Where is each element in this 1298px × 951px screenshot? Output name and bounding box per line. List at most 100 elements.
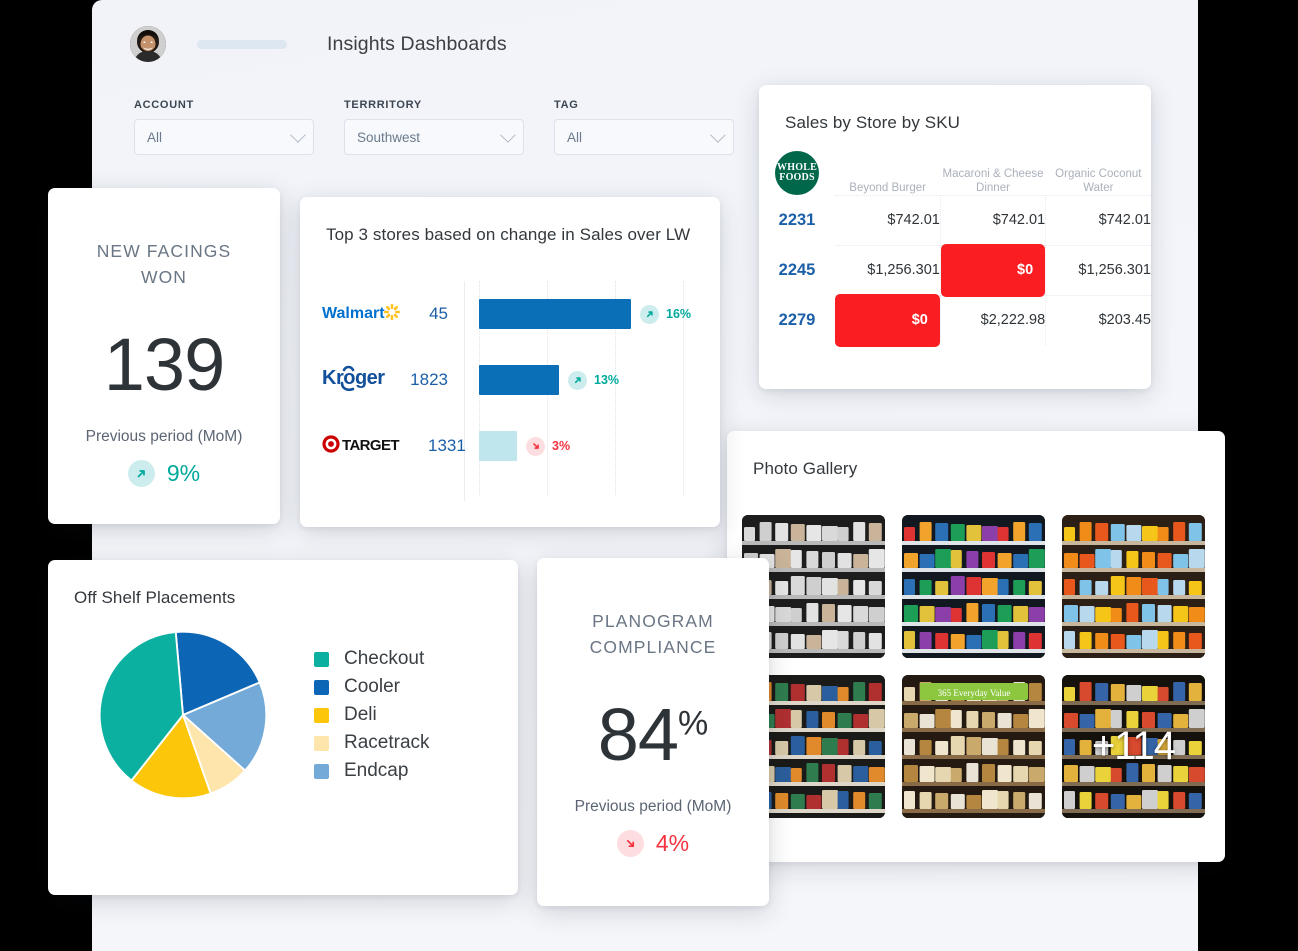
kpi-new-facings-won: NEW FACINGS WON 139 Previous period (MoM… xyxy=(48,188,280,524)
zero-sales-cell: $0 xyxy=(835,293,941,347)
bar xyxy=(479,299,631,329)
sales-value-cell: $742.01 xyxy=(835,194,941,245)
sales-table: WHOLE FOODS Beyond Burger Macaroni & Che… xyxy=(759,151,1151,347)
filter-label: ACCOUNT xyxy=(134,99,194,111)
filter-tag: TAG All xyxy=(554,99,734,155)
wf-line2: FOODS xyxy=(779,172,815,183)
photo-thumbnail-more[interactable]: +114 xyxy=(1062,675,1205,818)
kpi-delta: 9% xyxy=(48,460,280,487)
top3-body: Walmart 45 Kroger 1823 TARGET 1331 16% 13% 3% xyxy=(300,281,720,501)
arrow-down-right-icon xyxy=(616,830,644,857)
table-row: 2279 $0 $2,222.98 $203.45 xyxy=(759,293,1151,347)
photo-grid: 365 Everyday Value +114 xyxy=(742,515,1225,818)
store-number: 45 xyxy=(429,304,448,323)
top3-retailer-row[interactable]: Kroger 1823 xyxy=(322,347,464,413)
legend-item[interactable]: Racetrack xyxy=(314,729,430,757)
top-3-stores-card: Top 3 stores based on change in Sales ov… xyxy=(300,197,720,527)
legend-swatch xyxy=(314,679,329,695)
chevron-down-icon xyxy=(290,127,306,143)
svg-text:TARGET: TARGET xyxy=(342,437,399,453)
legend-swatch xyxy=(314,651,329,667)
top3-retailer-row[interactable]: TARGET 1331 xyxy=(322,413,466,479)
filter-bar: ACCOUNT All TERRRITORY Southwest TAG All xyxy=(134,99,734,155)
kpi-title: NEW FACINGS WON xyxy=(96,241,232,287)
off-shelf-placements-card: Off Shelf Placements Checkout Cooler Deli R… xyxy=(48,560,518,895)
legend-item[interactable]: Deli xyxy=(314,701,430,729)
photo-gallery-card: Photo Gallery 365 Everyday Value +114 xyxy=(727,431,1225,862)
territory-select-value: Southwest xyxy=(357,129,421,145)
retailer-logo-cell: WHOLE FOODS xyxy=(759,151,835,195)
kpi-title: PLANOGRAM COMPLIANCE xyxy=(589,611,717,657)
name-placeholder-bar xyxy=(197,39,287,49)
svg-text:365 Everyday Value: 365 Everyday Value xyxy=(938,688,1011,698)
store-number-cell: 2231 xyxy=(778,210,816,229)
chevron-down-icon xyxy=(500,127,516,143)
top3-retailer-row[interactable]: Walmart 45 xyxy=(322,281,464,347)
top3-bars: 16% 13% 3% xyxy=(479,281,720,479)
kpi-delta-value: 4% xyxy=(655,830,690,856)
screenshot-root: Insights Dashboards ACCOUNT All TERRRITO… xyxy=(0,0,1298,951)
sales-value-cell: $742.01 xyxy=(940,194,1047,245)
column-header: Beyond Burger xyxy=(849,181,927,194)
filter-label: TAG xyxy=(554,99,579,111)
territory-select[interactable]: Southwest xyxy=(344,119,524,155)
pie-legend: Checkout Cooler Deli Racetrack Endcap xyxy=(314,645,430,785)
account-select[interactable]: All xyxy=(134,119,314,155)
photo-count-overlay[interactable]: +114 xyxy=(1062,675,1205,818)
legend-label: Cooler xyxy=(344,676,400,697)
table-header-row: WHOLE FOODS Beyond Burger Macaroni & Che… xyxy=(759,151,1151,195)
bar-delta-value: 3% xyxy=(552,439,571,453)
zero-highlight: $0 xyxy=(835,293,940,347)
bar-row: 13% xyxy=(479,347,720,413)
legend-item[interactable]: Endcap xyxy=(314,757,430,785)
bar-delta-badge: 3% xyxy=(526,436,571,456)
kpi-value: 139 xyxy=(103,323,225,406)
store-number-cell: 2245 xyxy=(778,260,816,279)
svg-text:Walmart: Walmart xyxy=(322,305,385,322)
kpi-delta: 4% xyxy=(537,830,769,857)
kpi-subtitle: Previous period (MoM) xyxy=(574,798,732,815)
bar xyxy=(479,431,517,461)
arrow-down-right-icon xyxy=(526,436,545,456)
avatar[interactable] xyxy=(130,26,166,62)
kpi-unit: % xyxy=(678,704,709,743)
column-header: Organic Coconut Water xyxy=(1055,167,1142,194)
walmart-logo: Walmart xyxy=(322,302,404,327)
chevron-down-icon xyxy=(710,127,726,143)
legend-item[interactable]: Cooler xyxy=(314,673,430,701)
bar xyxy=(479,365,559,395)
photo-thumbnail[interactable]: 365 Everyday Value xyxy=(902,675,1045,818)
gallery-title: Photo Gallery xyxy=(753,459,858,478)
legend-swatch xyxy=(314,763,329,779)
bar-row: 3% xyxy=(479,413,720,479)
legend-swatch xyxy=(314,735,329,751)
filter-label: TERRRITORY xyxy=(344,99,422,111)
bar-row: 16% xyxy=(479,281,720,347)
kpi-delta-value: 9% xyxy=(166,460,201,486)
table-row: 2245 $1,256.301 $0 $1,256.301 xyxy=(759,243,1151,297)
sales-value-cell: $1,256.301 xyxy=(1045,244,1151,295)
legend-label: Endcap xyxy=(344,760,409,781)
legend-item[interactable]: Checkout xyxy=(314,645,430,673)
kpi-subtitle: Previous period (MoM) xyxy=(85,428,243,445)
tag-select[interactable]: All xyxy=(554,119,734,155)
shelf-photo-365-everyday-value-display: 365 Everyday Value xyxy=(902,675,1045,818)
arrow-up-right-icon xyxy=(640,304,659,324)
shelf-photo-beverage-aisle xyxy=(902,515,1045,658)
zero-sales-cell: $0 xyxy=(940,243,1047,297)
target-logo: TARGET xyxy=(322,434,418,458)
shelf-photo-juice-cooler xyxy=(1062,515,1205,658)
photo-thumbnail[interactable] xyxy=(902,515,1045,658)
account-select-value: All xyxy=(147,129,163,145)
sales-by-store-card: Sales by Store by SKU WHOLE FOODS Beyond… xyxy=(759,85,1151,389)
bar-delta-value: 13% xyxy=(594,373,620,387)
whole-foods-logo: WHOLE FOODS xyxy=(775,151,819,195)
offshelf-title: Off Shelf Placements xyxy=(74,588,236,607)
filter-account: ACCOUNT All xyxy=(134,99,314,155)
photo-thumbnail[interactable] xyxy=(1062,515,1205,658)
pie-chart-wrap: Checkout Cooler Deli Racetrack Endcap xyxy=(48,630,518,800)
bar-delta-badge: 13% xyxy=(568,370,620,390)
kpi-value-wrap: 84% xyxy=(537,698,769,772)
kpi-planogram-compliance: PLANOGRAM COMPLIANCE 84% Previous period… xyxy=(537,558,769,906)
tag-select-value: All xyxy=(567,129,583,145)
